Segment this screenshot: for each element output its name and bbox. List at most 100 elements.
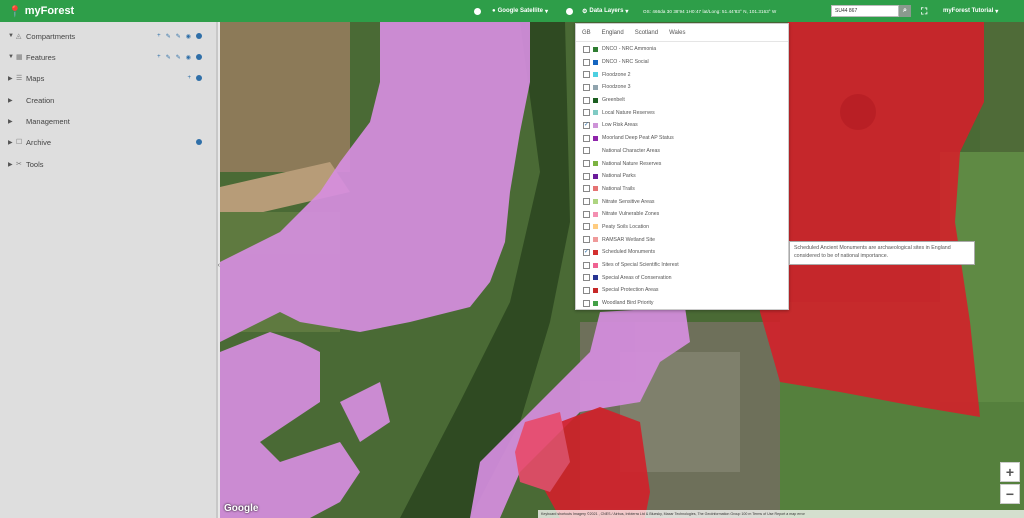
help-button[interactable] xyxy=(566,0,573,22)
sidebar-item-creation[interactable]: ▶ Creation xyxy=(0,93,216,107)
sidebar-item-tools[interactable]: ▶ ✂ Tools xyxy=(0,157,216,171)
layer-item[interactable]: Nitrate Sensitive Areas xyxy=(576,195,788,208)
layer-checkbox[interactable] xyxy=(583,134,590,142)
layer-checkbox[interactable] xyxy=(583,223,590,231)
layer-label: DNCO - NRC Ammonia xyxy=(602,46,657,53)
archive-icon: ☐ xyxy=(16,139,23,146)
layer-checkbox[interactable] xyxy=(583,274,590,282)
coordinate-readout: OS: 466da 30 38'94 1H0:47 lat/Long: 51.4… xyxy=(643,8,777,14)
layer-item[interactable]: National Parks xyxy=(576,170,788,183)
layer-checkbox[interactable] xyxy=(583,147,590,155)
zoom-out-button[interactable]: − xyxy=(1000,484,1020,504)
layer-color-swatch xyxy=(593,46,598,52)
layer-list: DNCO - NRC Ammonia DNCO - NRC Social Flood… xyxy=(576,43,788,309)
layer-item[interactable]: Nitrate Vulnerable Zones xyxy=(576,208,788,221)
layer-label: Woodland Bird Priority xyxy=(602,300,654,307)
add-icon[interactable]: + xyxy=(157,54,161,60)
layer-item[interactable]: National Character Areas xyxy=(576,145,788,158)
info-icon[interactable] xyxy=(196,139,202,145)
compartment-actions: + ✎ ✎ ◉ xyxy=(157,33,202,40)
tab-scotland[interactable]: Scotland xyxy=(635,30,664,41)
sidebar-item-compartments[interactable]: ▼ ◬ Compartments + ✎ ✎ ◉ xyxy=(0,29,216,43)
layer-checkbox[interactable] xyxy=(583,58,590,66)
view-icon[interactable]: ◉ xyxy=(186,33,191,40)
tab-england[interactable]: England xyxy=(602,30,630,41)
grid-ref-input[interactable] xyxy=(831,5,899,17)
layer-checkbox[interactable] xyxy=(583,210,590,218)
basemap-selector[interactable]: ● Google Satellite ▾ xyxy=(492,0,548,22)
info-icon[interactable] xyxy=(196,54,202,60)
layer-color-swatch xyxy=(593,173,598,179)
layer-item[interactable]: ✓ Scheduled Monuments xyxy=(576,246,788,259)
layer-label: Sites of Special Scientific Interest xyxy=(602,262,679,269)
tab-wales[interactable]: Wales xyxy=(669,30,691,41)
sidebar-item-features[interactable]: ▼ ▦ Features + ✎ ✎ ◉ xyxy=(0,50,216,64)
chevron-right-icon: ▶ xyxy=(8,118,13,125)
layer-item[interactable]: ✓ Low Risk Areas xyxy=(576,119,788,132)
info-button[interactable] xyxy=(474,0,481,22)
sidebar-item-archive[interactable]: ▶ ☐ Archive xyxy=(0,135,216,149)
tag-icon[interactable]: ✎ xyxy=(176,33,181,40)
layer-color-swatch xyxy=(593,287,598,293)
layer-checkbox[interactable] xyxy=(583,109,590,117)
layer-item[interactable]: Sites of Special Scientific Interest xyxy=(576,259,788,272)
tag-icon[interactable]: ✎ xyxy=(176,54,181,61)
layer-checkbox[interactable] xyxy=(583,96,590,104)
layer-label: Special Areas of Conservation xyxy=(602,274,672,281)
field-ne xyxy=(980,22,1024,152)
layer-color-swatch xyxy=(593,135,598,141)
field-brown xyxy=(220,22,350,172)
layer-item[interactable]: DNCO - NRC Social xyxy=(576,56,788,69)
tab-gb[interactable]: GB xyxy=(582,30,597,41)
layer-checkbox[interactable] xyxy=(583,83,590,91)
layer-item[interactable]: Greenbelt xyxy=(576,94,788,107)
info-icon[interactable] xyxy=(196,33,202,39)
layer-item[interactable]: Special Protection Areas xyxy=(576,284,788,297)
layer-checkbox[interactable] xyxy=(583,236,590,244)
layer-checkbox[interactable] xyxy=(583,261,590,269)
search-button[interactable]: ⌕ xyxy=(899,5,911,17)
layer-checkbox[interactable]: ✓ xyxy=(583,121,590,129)
layer-label: National Nature Reserves xyxy=(602,160,662,167)
brand-logo[interactable]: 📍 myForest xyxy=(0,5,220,18)
layer-item[interactable]: Special Areas of Conservation xyxy=(576,271,788,284)
layer-checkbox[interactable] xyxy=(583,299,590,307)
monument-earthwork xyxy=(840,94,876,130)
sidebar-item-management[interactable]: ▶ Management xyxy=(0,114,216,128)
layer-label: Local Nature Reserves xyxy=(602,109,655,116)
layer-checkbox[interactable] xyxy=(583,71,590,79)
layer-color-swatch xyxy=(593,186,598,192)
layer-color-swatch xyxy=(593,122,598,128)
layer-item[interactable]: Local Nature Reserves xyxy=(576,106,788,119)
layer-checkbox[interactable] xyxy=(583,198,590,206)
layer-label: National Trails xyxy=(602,185,635,192)
edit-icon[interactable]: ✎ xyxy=(166,54,171,61)
layer-color-swatch xyxy=(593,72,598,78)
data-layers-toggle[interactable]: ⚙ Data Layers ▾ xyxy=(582,0,628,22)
user-menu[interactable]: myForest Tutorial ▾ xyxy=(943,0,998,22)
layer-checkbox[interactable] xyxy=(583,160,590,168)
add-icon[interactable]: + xyxy=(187,75,191,81)
zoom-in-button[interactable]: + xyxy=(1000,462,1020,482)
layer-item[interactable]: National Nature Reserves xyxy=(576,157,788,170)
view-icon[interactable]: ◉ xyxy=(186,54,191,61)
features-icon: ▦ xyxy=(16,54,23,61)
layer-checkbox[interactable] xyxy=(583,185,590,193)
layer-item[interactable]: Floodzone 3 xyxy=(576,81,788,94)
layer-item[interactable]: National Trails xyxy=(576,183,788,196)
layer-item[interactable]: Peaty Soils Location xyxy=(576,221,788,234)
layer-item[interactable]: Woodland Bird Priority xyxy=(576,297,788,310)
add-icon[interactable]: + xyxy=(157,33,161,39)
sidebar-item-maps[interactable]: ▶ ☰ Maps + xyxy=(0,71,216,85)
layer-item[interactable]: Moorland Deep Peat AP Status xyxy=(576,132,788,145)
layer-checkbox[interactable]: ✓ xyxy=(583,248,590,256)
layer-item[interactable]: RAMSAR Wetland Site xyxy=(576,233,788,246)
edit-icon[interactable]: ✎ xyxy=(166,33,171,40)
layer-checkbox[interactable] xyxy=(583,45,590,53)
info-icon[interactable] xyxy=(196,75,202,81)
layer-item[interactable]: DNCO - NRC Ammonia xyxy=(576,43,788,56)
layer-checkbox[interactable] xyxy=(583,286,590,294)
fullscreen-button[interactable]: ⛶ xyxy=(921,0,927,22)
layer-item[interactable]: Floodzone 2 xyxy=(576,68,788,81)
layer-checkbox[interactable] xyxy=(583,172,590,180)
